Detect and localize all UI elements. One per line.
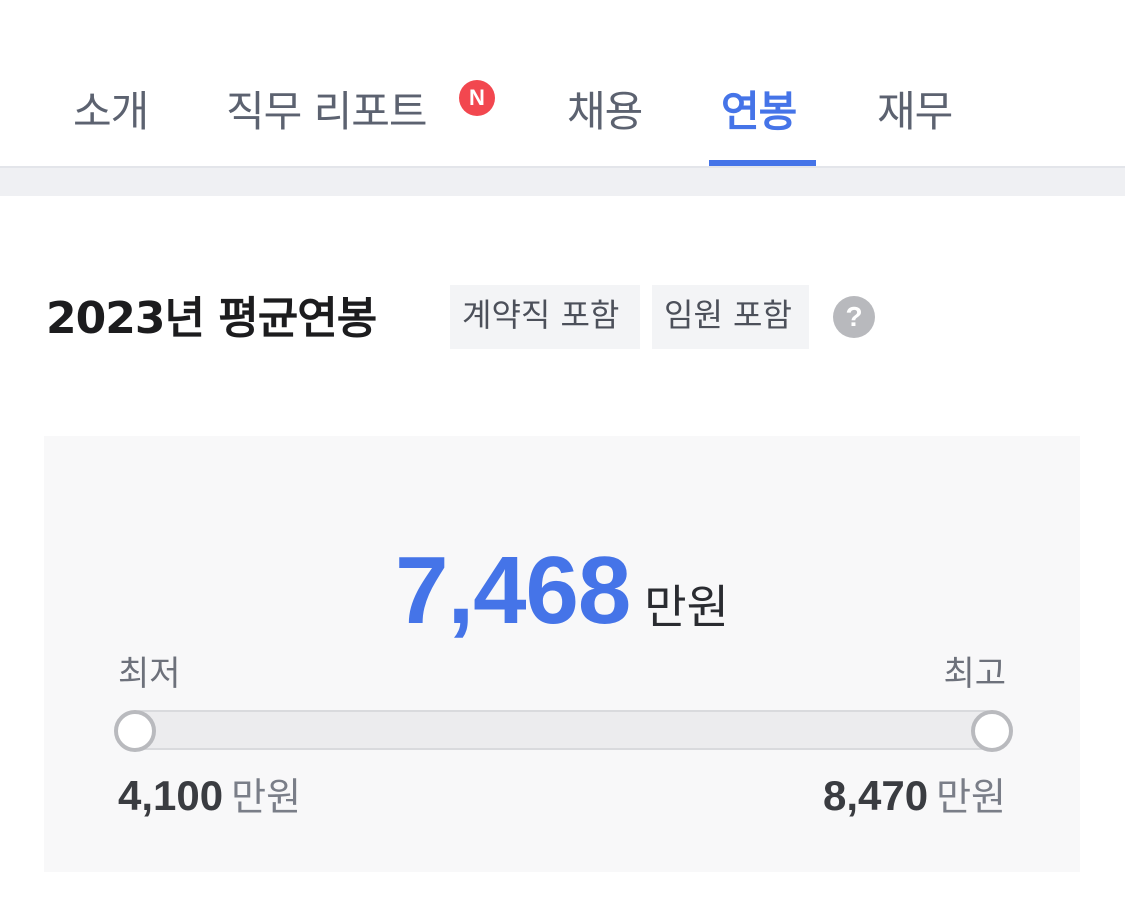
average-salary-card: 7,468 만원 최저 최고 4,100 만원 8,470 만원: [44, 436, 1080, 872]
min-salary-unit: 만원: [231, 775, 302, 819]
max-salary-value: 8,470: [822, 772, 929, 819]
salary-section-title: 2023년 평균연봉: [46, 293, 377, 344]
tab-hiring[interactable]: 채용: [567, 78, 643, 138]
section-divider: [0, 168, 1125, 196]
average-salary-value: 7,468: [395, 537, 631, 644]
average-salary: 7,468 만원: [44, 536, 1080, 646]
contract-included-chip: 계약직 포함: [450, 285, 640, 349]
company-salary-page: 소개 직무 리포트 N 채용 연봉 재무 2023년 평균연봉 계약직 포함 임…: [0, 0, 1125, 912]
company-tab-bar: 소개 직무 리포트 N 채용 연봉 재무: [0, 0, 1125, 168]
average-salary-unit: 만원: [644, 580, 729, 634]
tab-intro[interactable]: 소개: [73, 78, 149, 138]
max-salary: 8,470 만원: [823, 766, 1006, 821]
min-knob: [114, 710, 156, 752]
max-label: 최고: [943, 654, 1006, 694]
active-tab-indicator: [709, 160, 816, 166]
max-knob: [971, 710, 1013, 752]
new-badge: N: [459, 80, 495, 116]
max-salary-unit: 만원: [936, 775, 1006, 819]
tab-finance[interactable]: 재무: [877, 78, 953, 138]
min-salary: 4,100 만원: [118, 766, 301, 821]
tab-salary[interactable]: 연봉: [721, 78, 797, 138]
tab-job-report[interactable]: 직무 리포트: [226, 78, 428, 138]
executive-included-chip: 임원 포함: [652, 285, 809, 349]
min-label: 최저: [118, 654, 181, 694]
min-salary-value: 4,100: [118, 772, 224, 819]
question-icon[interactable]: ?: [833, 296, 875, 338]
salary-range-bar: [122, 710, 1004, 750]
